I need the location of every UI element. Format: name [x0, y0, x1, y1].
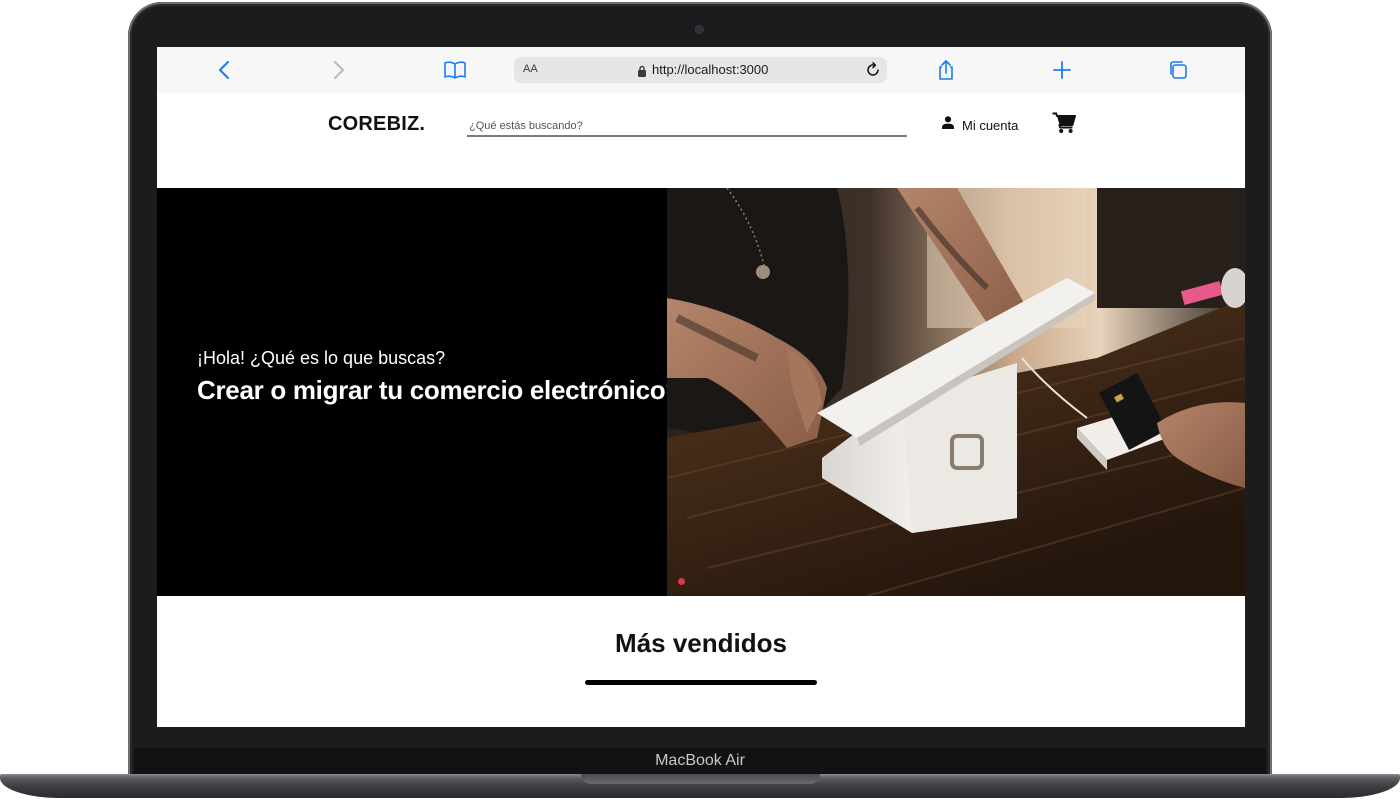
device-bezel: MacBook Air [134, 748, 1266, 774]
share-icon[interactable] [934, 58, 958, 82]
search-input[interactable] [467, 117, 907, 137]
lock-icon [637, 64, 647, 82]
bookmarks-icon[interactable] [443, 58, 467, 82]
tabs-overview-icon[interactable] [1166, 58, 1190, 82]
address-bar[interactable]: AA http://localhost:3000 [514, 57, 887, 83]
new-tab-icon[interactable] [1050, 58, 1074, 82]
laptop-notch [581, 774, 820, 784]
section-title: Más vendidos [615, 628, 787, 658]
hero-headline: Crear o migrar tu comercio electrónico? [197, 375, 681, 405]
browser-toolbar: AA http://localhost:3000 [157, 47, 1245, 94]
camera [696, 26, 703, 33]
user-icon [942, 116, 954, 134]
site-header: COREBIZ. Mi cuenta [157, 93, 1245, 188]
reload-icon[interactable] [864, 61, 882, 84]
hero-banner: ¡Hola! ¿Qué es lo que buscas? Crear o mi… [157, 188, 1245, 596]
device-label: MacBook Air [655, 752, 745, 769]
text-size-button[interactable]: AA [523, 63, 538, 75]
best-sellers-section: Más vendidos [157, 596, 1245, 727]
account-link[interactable]: Mi cuenta [942, 115, 1018, 135]
hero-greeting: ¡Hola! ¿Qué es lo que buscas? [197, 348, 446, 368]
hero-text: ¡Hola! ¿Qué es lo que buscas? Crear o mi… [197, 348, 681, 406]
cart-icon[interactable] [1052, 112, 1076, 139]
back-icon[interactable] [212, 58, 236, 82]
account-label: Mi cuenta [962, 117, 1019, 133]
slide-indicator-dot[interactable] [678, 578, 685, 585]
browser-screen: AA http://localhost:3000 COREBIZ. Mi c [157, 47, 1245, 727]
site-logo[interactable]: COREBIZ. [328, 113, 425, 136]
title-underline [585, 680, 817, 685]
forward-icon[interactable] [327, 58, 351, 82]
url-text: http://localhost:3000 [652, 62, 769, 77]
hero-image [667, 188, 1245, 596]
